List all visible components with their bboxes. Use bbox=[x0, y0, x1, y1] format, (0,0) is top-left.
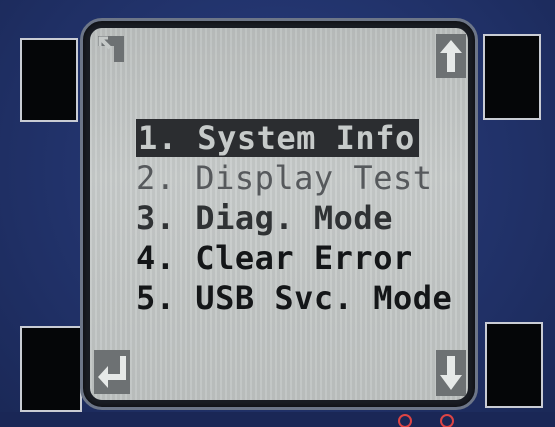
menu-item-clear-error[interactable]: 4. Clear Error bbox=[136, 238, 452, 278]
soft-key-bottom-right[interactable] bbox=[485, 322, 543, 408]
arrow-up-icon[interactable] bbox=[436, 34, 466, 78]
device-bottom-edge bbox=[0, 412, 555, 427]
menu-item-system-info[interactable]: 1. System Info bbox=[136, 118, 452, 158]
menu-item-diag-mode[interactable]: 3. Diag. Mode bbox=[136, 198, 452, 238]
soft-key-top-right[interactable] bbox=[483, 34, 541, 120]
status-indicator-left bbox=[398, 414, 412, 427]
arrow-down-icon[interactable] bbox=[436, 350, 466, 396]
back-icon[interactable] bbox=[94, 32, 128, 66]
menu-item-usb-svc-mode[interactable]: 5. USB Svc. Mode bbox=[136, 278, 452, 318]
soft-key-top-left[interactable] bbox=[20, 38, 78, 122]
menu-item-display-test[interactable]: 2. Display Test bbox=[136, 158, 452, 198]
service-menu: 1. System Info 2. Display Test 3. Diag. … bbox=[136, 118, 452, 318]
soft-key-bottom-left[interactable] bbox=[20, 326, 82, 412]
status-indicator-right bbox=[440, 414, 454, 427]
lcd-screen: 1. System Info 2. Display Test 3. Diag. … bbox=[90, 28, 468, 400]
enter-icon[interactable] bbox=[94, 350, 130, 394]
